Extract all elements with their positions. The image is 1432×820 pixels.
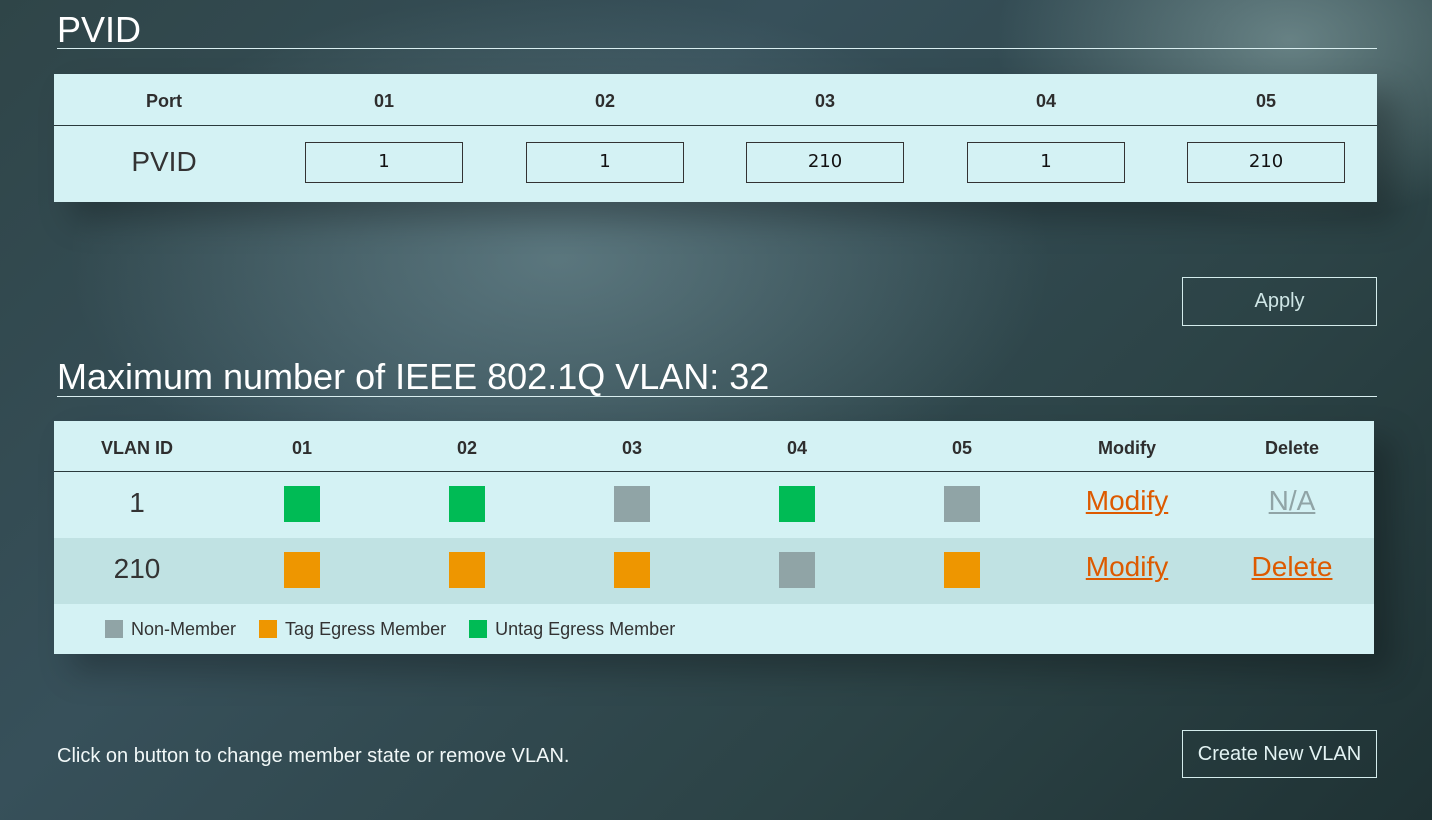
legend-label: Non-Member: [131, 619, 237, 639]
pvid-port-02-header: 02: [594, 91, 616, 111]
pvid-port-01-header: 01: [373, 91, 395, 111]
legend-item-non-member: Non-Member: [105, 619, 236, 640]
vlan-id-value: 210: [113, 553, 161, 584]
vlan-port-05-header: 05: [951, 438, 973, 458]
member-state-port-05[interactable]: [944, 552, 980, 588]
member-state-port-03[interactable]: [614, 552, 650, 588]
pvid-section-title: PVID: [57, 12, 1377, 49]
member-state-port-04[interactable]: [779, 486, 815, 522]
pvid-input-port-04[interactable]: 1: [967, 142, 1125, 183]
delete-link-disabled: N/A: [1268, 485, 1316, 516]
member-state-port-01[interactable]: [284, 552, 320, 588]
vlan-modify-header: Modify: [1098, 438, 1156, 458]
pvid-input-port-02[interactable]: 1: [526, 142, 684, 183]
member-legend: Non-Member Tag Egress Member Untag Egres…: [105, 619, 693, 640]
member-state-port-01[interactable]: [284, 486, 320, 522]
apply-button[interactable]: Apply: [1182, 277, 1377, 326]
help-text: Click on button to change member state o…: [57, 745, 570, 767]
pvid-input-port-05[interactable]: 210: [1187, 142, 1345, 183]
member-state-port-02[interactable]: [449, 552, 485, 588]
legend-label: Untag Egress Member: [495, 619, 676, 639]
pvid-table: Port 01 02 03 04 05 PVID 1 1 210 1 210: [54, 74, 1377, 202]
create-new-vlan-button[interactable]: Create New VLAN: [1182, 730, 1377, 778]
vlan-id-header: VLAN ID: [101, 438, 173, 458]
modify-link[interactable]: Modify: [1086, 551, 1168, 583]
member-state-port-05[interactable]: [944, 486, 980, 522]
legend-label: Tag Egress Member: [285, 619, 447, 639]
member-state-port-04[interactable]: [779, 552, 815, 588]
vlan-table: VLAN ID 01 02 03 04 05 Modify Delete 1 M…: [54, 421, 1374, 654]
vlan-delete-header: Delete: [1264, 438, 1320, 458]
member-state-port-02[interactable]: [449, 486, 485, 522]
pvid-port-04-header: 04: [1035, 91, 1057, 111]
tag-egress-swatch: [259, 620, 278, 638]
pvid-port-05-header: 05: [1255, 91, 1277, 111]
pvid-row-label: PVID: [131, 146, 197, 177]
non-member-swatch: [105, 620, 123, 638]
vlan-row: 210 Modify Delete: [54, 538, 1374, 604]
modify-link[interactable]: Modify: [1086, 485, 1168, 517]
vlan-port-03-header: 03: [621, 438, 643, 458]
member-state-port-03[interactable]: [614, 486, 650, 522]
vlan-row: 1 Modify N/A: [54, 472, 1374, 538]
vlan-port-04-header: 04: [786, 438, 808, 458]
pvid-port-header: Port: [146, 91, 182, 111]
vlan-section-title: Maximum number of IEEE 802.1Q VLAN: 32: [57, 359, 1377, 397]
untag-egress-swatch: [469, 620, 488, 638]
vlan-id-value: 1: [129, 487, 145, 518]
pvid-input-port-01[interactable]: 1: [305, 142, 463, 183]
pvid-port-03-header: 03: [814, 91, 836, 111]
legend-item-untag-egress: Untag Egress Member: [469, 619, 675, 640]
vlan-port-02-header: 02: [456, 438, 478, 458]
pvid-input-port-03[interactable]: 210: [746, 142, 904, 183]
legend-item-tag-egress: Tag Egress Member: [259, 619, 446, 640]
vlan-port-01-header: 01: [291, 438, 313, 458]
pvid-header-divider: [54, 125, 1377, 126]
delete-link[interactable]: Delete: [1252, 551, 1333, 583]
